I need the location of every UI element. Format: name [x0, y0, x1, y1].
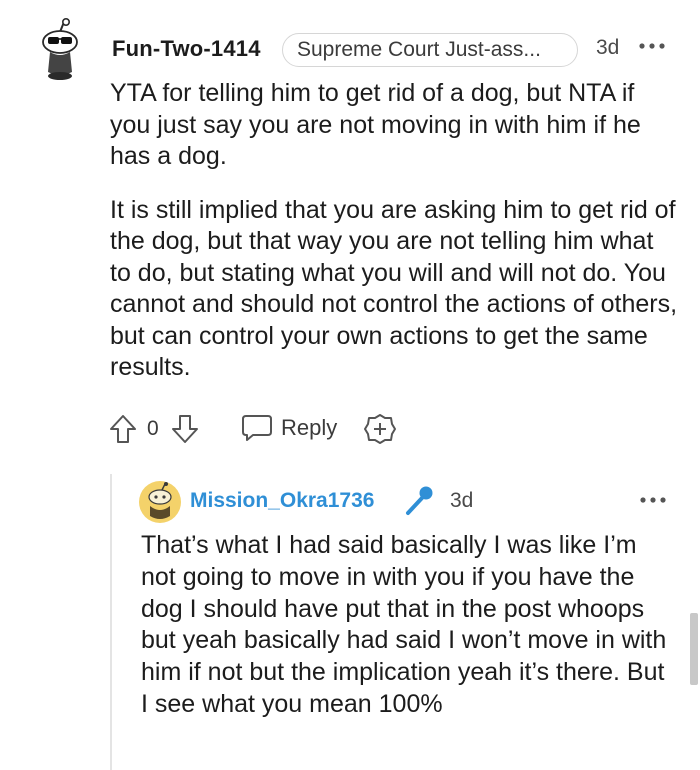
snoo-sunglasses-avatar-icon[interactable] — [36, 18, 92, 82]
more-dots-icon[interactable] — [637, 36, 667, 56]
microphone-icon — [406, 486, 433, 515]
reply-timestamp: 3d — [450, 489, 474, 512]
scrollbar[interactable] — [690, 613, 698, 685]
comment-timestamp: 3d — [596, 36, 620, 59]
award-plus-icon[interactable] — [363, 412, 397, 446]
speech-bubble-icon[interactable] — [240, 413, 274, 443]
comment-username[interactable]: Fun-Two-1414 — [112, 36, 261, 62]
more-dots-icon[interactable] — [638, 490, 668, 510]
snoo-yellow-avatar-icon[interactable] — [138, 480, 182, 524]
comment-thread: Fun-Two-1414 Supreme Court Just-ass... 3… — [0, 0, 700, 770]
downvote-arrow-icon[interactable] — [170, 413, 200, 445]
reply-body: That’s what I had said basically I was l… — [141, 531, 667, 718]
thread-line[interactable] — [110, 474, 112, 770]
comment-body: YTA for telling him to get rid of a dog,… — [110, 78, 680, 406]
comment-paragraph: YTA for telling him to get rid of a dog,… — [110, 79, 641, 170]
upvote-arrow-icon[interactable] — [108, 413, 138, 445]
reply-button[interactable]: Reply — [281, 415, 337, 441]
reply-username[interactable]: Mission_Okra1736 — [190, 489, 374, 513]
comment-paragraph: It is still implied that you are asking … — [110, 195, 678, 382]
user-flair: Supreme Court Just-ass... — [282, 33, 578, 67]
vote-score: 0 — [147, 417, 159, 440]
